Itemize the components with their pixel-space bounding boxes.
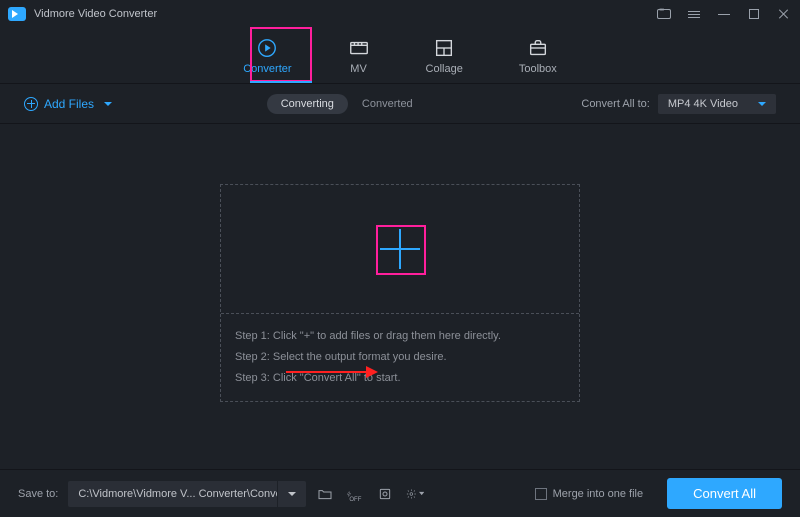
output-format-select[interactable]: MP4 4K Video [658,94,776,114]
maximize-button[interactable] [746,6,762,22]
merge-label: Merge into one file [553,488,644,500]
merge-checkbox[interactable]: Merge into one file [535,488,644,500]
high-speed-button[interactable] [376,485,394,503]
open-folder-button[interactable] [316,485,334,503]
converter-icon [256,37,278,59]
add-files-button[interactable]: Add Files [24,97,112,111]
convert-all-to-label: Convert All to: [581,98,649,110]
instruction-step-1: Step 1: Click "+" to add files or drag t… [235,326,565,347]
tab-label: Converter [243,63,291,75]
plus-circle-icon [24,97,38,111]
close-button[interactable] [776,6,792,22]
tab-label: Toolbox [519,63,557,75]
checkbox-icon [535,488,547,500]
app-logo-icon [8,7,26,21]
tab-toolbox[interactable]: Toolbox [513,35,563,77]
mv-icon [348,37,370,59]
app-title: Vidmore Video Converter [34,8,157,20]
save-to-label: Save to: [18,488,58,500]
tab-mv[interactable]: MV [342,35,376,77]
menu-icon[interactable] [686,6,702,22]
add-files-label: Add Files [44,97,94,111]
chevron-down-icon [288,492,296,496]
feedback-icon[interactable] [656,6,672,22]
hardware-accel-button[interactable]: OFF [346,485,364,503]
instruction-step-2: Step 2: Select the output format you des… [235,347,565,368]
chevron-down-icon [104,102,112,106]
save-path-display[interactable]: C:\Vidmore\Vidmore V... Converter\Conver… [68,481,278,507]
active-tab-underline [250,81,312,83]
chevron-down-icon [758,102,766,106]
drop-area[interactable]: Step 1: Click "+" to add files or drag t… [220,184,580,402]
convert-all-button[interactable]: Convert All [667,478,782,509]
toggle-converting[interactable]: Converting [267,94,348,114]
toolbox-icon [527,37,549,59]
minimize-button[interactable] [716,6,732,22]
annotation-arrow [286,371,376,373]
add-files-plus-button[interactable] [378,227,422,271]
toggle-converted[interactable]: Converted [348,94,427,114]
output-format-value: MP4 4K Video [668,98,738,110]
tab-converter[interactable]: Converter [237,35,297,77]
tab-label: MV [350,63,367,75]
instruction-step-3: Step 3: Click "Convert All" to start. [235,368,565,389]
settings-button[interactable] [406,485,424,503]
tab-label: Collage [426,63,463,75]
collage-icon [433,37,455,59]
save-path-dropdown[interactable] [278,481,306,507]
tab-collage[interactable]: Collage [420,35,469,77]
